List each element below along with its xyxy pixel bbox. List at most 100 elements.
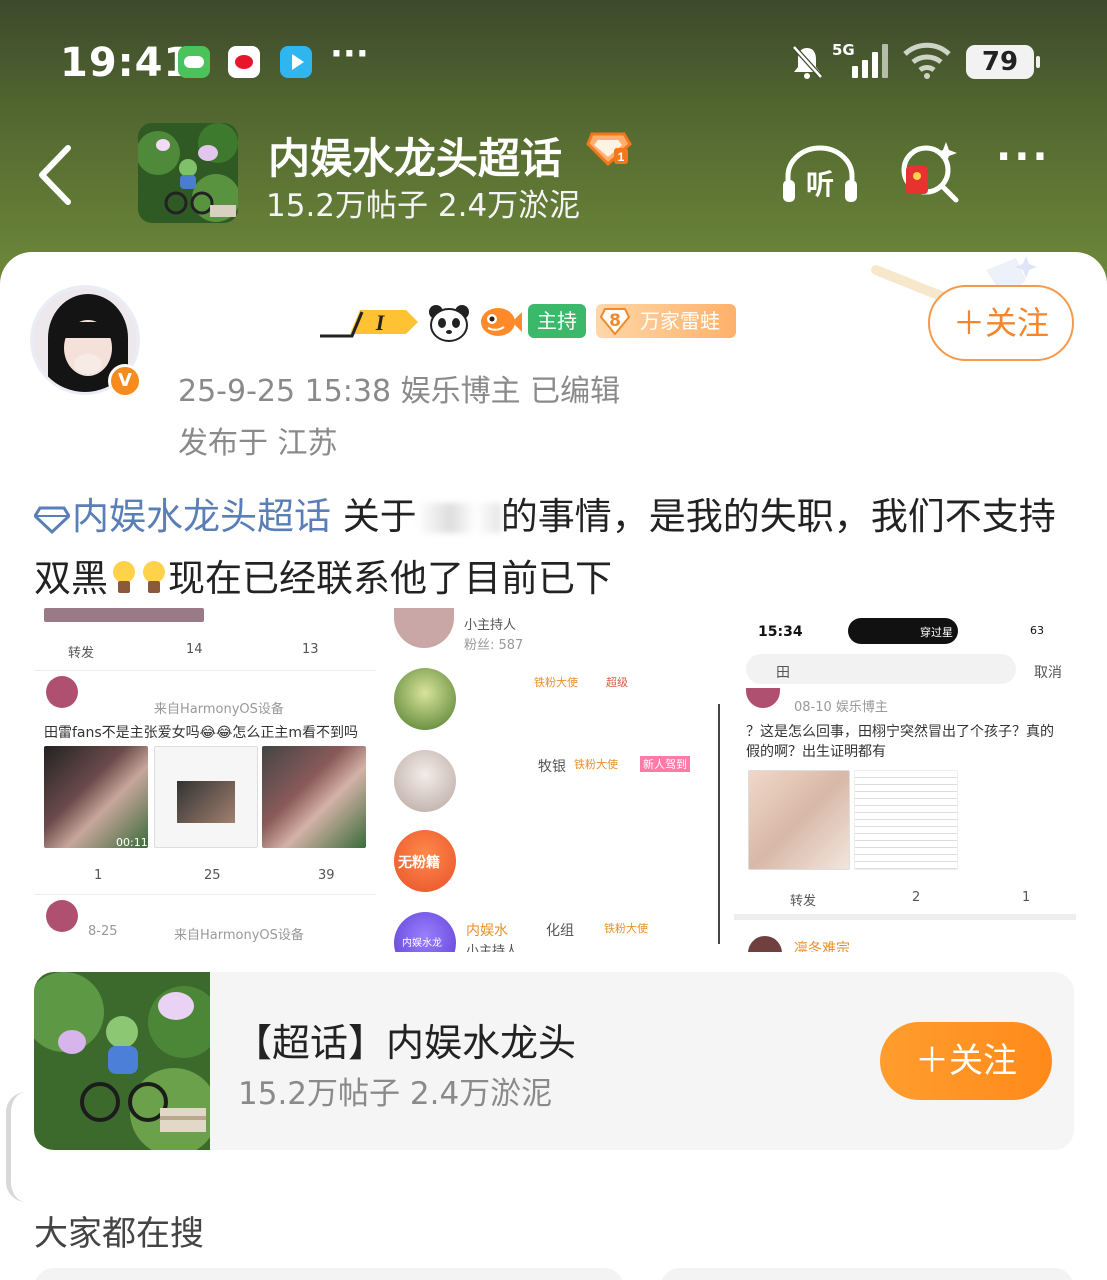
document-image[interactable] xyxy=(854,770,958,870)
svg-text:I: I xyxy=(375,310,386,335)
panda-icon xyxy=(429,305,469,342)
post-image-3[interactable]: 15:34 穿过星 63 田 取消 08-10 娱乐博主 ？这是怎么回事，田栩宁… xyxy=(734,608,1076,952)
comment-text: 田雷fans不是主张爱女吗😂😂怎么正主m看不到吗 xyxy=(44,725,359,741)
screenshot-thumbnail[interactable] xyxy=(154,746,258,848)
inner-search-value: 田 xyxy=(776,665,790,681)
inner-next-user: 凛冬难宗 xyxy=(794,941,850,952)
blurred-name xyxy=(416,503,501,533)
rank-badge-icon: I xyxy=(320,310,418,338)
member-badge: 铁粉大使 xyxy=(534,676,578,689)
video-app-icon xyxy=(280,46,312,78)
dynamic-island-text: 穿过星 xyxy=(920,626,953,639)
inner-comments: 2 xyxy=(912,890,921,905)
status-bar: 19:41 ··· 5G 79 xyxy=(0,30,1107,96)
page-title: 内娱水龙头超话 xyxy=(268,134,563,183)
member-avatar xyxy=(394,750,456,812)
repost-label: 转发 xyxy=(68,646,95,661)
inner-avatar xyxy=(746,688,780,708)
fan-group-name: 万家雷蛙 xyxy=(640,309,720,333)
repost-count: 1 xyxy=(94,868,103,883)
post-image-grid: 转发 14 13 来自HarmonyOS设备 田雷fans不是主张爱女吗😂😂怎么… xyxy=(34,608,1076,952)
member-name: 内娱水 xyxy=(466,923,508,939)
mute-icon xyxy=(792,45,823,79)
birth-certificate-image[interactable] xyxy=(748,770,850,870)
fan-group-badge: 8 万家雷蛙 xyxy=(596,304,736,338)
post-image-2[interactable]: 小主持人 粉丝: 587 铁粉大使 超级 牧银 铁粉大使 新人驾到 无粉籍 内娱… xyxy=(384,608,724,952)
red-packet-search-icon[interactable] xyxy=(898,138,962,204)
avatar-text: 无粉籍 xyxy=(398,855,440,871)
comment-count: 25 xyxy=(204,868,221,883)
inner-likes: 1 xyxy=(1022,890,1031,905)
cropped-image-strip xyxy=(44,608,204,622)
fan-level: 8 xyxy=(609,311,621,331)
battery-icon: 79 xyxy=(966,45,1040,79)
topic-stats: 15.2万帖子 2.4万淤泥 xyxy=(266,188,581,224)
post-meta: 25-9-25 15:38 娱乐博主 已编辑 xyxy=(178,374,621,409)
wifi-icon xyxy=(903,42,951,79)
host-badge: 主持 xyxy=(528,304,586,338)
follow-supertopic-button[interactable]: ＋关注 xyxy=(880,1022,1052,1100)
follow-author-button[interactable]: ＋关注 xyxy=(928,285,1074,361)
inner-repost: 转发 xyxy=(790,894,817,909)
inner-battery: 63 xyxy=(1030,624,1044,637)
supertopic-tag-link[interactable]: 内娱水龙头超话 xyxy=(33,495,331,538)
member-badge: 超级 xyxy=(606,676,628,689)
search-suggestion-chip[interactable] xyxy=(660,1268,1074,1280)
video-thumbnail[interactable] xyxy=(262,746,366,848)
verified-badge-icon: V xyxy=(108,364,142,398)
supertopic-diamond-icon: 1 xyxy=(586,132,632,166)
comment-date: 8-25 xyxy=(88,924,118,939)
member-avatar xyxy=(394,608,454,648)
signal-icon xyxy=(852,44,888,78)
supertopic-tag-text: 内娱水龙头超话 xyxy=(72,495,331,538)
status-more-icon: ··· xyxy=(330,34,369,74)
svg-text:1: 1 xyxy=(618,150,625,164)
post-image-1[interactable]: 转发 14 13 来自HarmonyOS设备 田雷fans不是主张爱女吗😂😂怎么… xyxy=(34,608,376,952)
comment-device: 来自HarmonyOS设备 xyxy=(174,928,304,943)
like-count: 13 xyxy=(302,642,319,657)
supertopic-card-name: 【超话】内娱水龙头 xyxy=(234,1021,577,1065)
post-text-part3: 现在已经联系他了目前已下 xyxy=(168,557,612,600)
commenter-avatar xyxy=(46,676,78,708)
svg-text:听: 听 xyxy=(806,168,834,201)
lightbulb-emoji-icon xyxy=(108,561,138,595)
comment-device: 来自HarmonyOS设备 xyxy=(154,702,284,717)
post-location: 发布于 江苏 xyxy=(178,426,338,461)
member-badge: 新人驾到 xyxy=(640,756,690,772)
trending-search-title: 大家都在搜 xyxy=(34,1214,204,1254)
member-badge: 铁粉大使 xyxy=(574,758,618,771)
post-body: 内娱水龙头超话 关于 的事情，是我的失职，我们不支持双黑 现在已经联系他了目前已下 xyxy=(33,486,1074,610)
topic-avatar[interactable] xyxy=(138,123,238,223)
supertopic-card-image xyxy=(34,972,220,1150)
member-fans: 粉丝: 587 xyxy=(464,638,524,653)
supertopic-card[interactable]: 【超话】内娱水龙头 15.2万帖子 2.4万淤泥 ＋关注 xyxy=(34,972,1074,1150)
video-thumbnail[interactable] xyxy=(44,746,148,848)
inner-status-time: 15:34 xyxy=(758,624,803,640)
search-suggestion-chip[interactable] xyxy=(34,1268,624,1280)
avatar-text: 内娱水龙 xyxy=(402,938,442,949)
inner-cancel: 取消 xyxy=(1034,665,1062,681)
weibo-app-icon xyxy=(228,46,260,78)
game-app-icon xyxy=(178,46,210,78)
like-count: 39 xyxy=(318,868,335,883)
commenter-avatar xyxy=(46,900,78,932)
inner-meta: 08-10 娱乐博主 xyxy=(794,700,888,715)
side-drawer-handle[interactable] xyxy=(6,1092,26,1202)
more-options-icon[interactable]: ··· xyxy=(996,134,1051,180)
back-arrow-icon[interactable] xyxy=(30,140,90,210)
lightbulb-emoji-icon xyxy=(138,561,168,595)
comment-count: 14 xyxy=(186,642,203,657)
fish-icon xyxy=(481,308,522,336)
member-badge: 铁粉大使 xyxy=(604,922,648,935)
listen-headphone-icon[interactable]: 听 xyxy=(780,142,860,206)
member-role: 小主持人 xyxy=(466,944,519,952)
member-name: 牧银 xyxy=(538,759,566,775)
supertopic-card-stats: 15.2万帖子 2.4万淤泥 xyxy=(238,1076,553,1112)
image-divider xyxy=(718,704,720,944)
member-name: 化组 xyxy=(546,923,574,939)
member-role: 小主持人 xyxy=(464,618,517,633)
diamond-tag-icon xyxy=(33,506,71,535)
inner-post-text: ？这是怎么回事，田栩宁突然冒出了个孩子？真的假的啊？出生证明都有 xyxy=(746,724,1054,760)
post-text-part1: 关于 xyxy=(331,495,417,538)
member-avatar xyxy=(394,668,456,730)
